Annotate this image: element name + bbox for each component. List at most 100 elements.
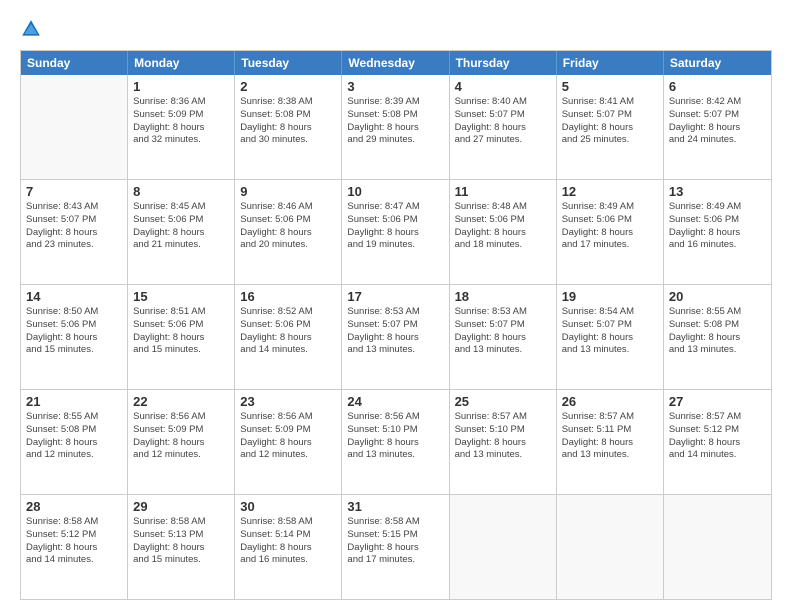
calendar-cell: 4Sunrise: 8:40 AMSunset: 5:07 PMDaylight… <box>450 75 557 179</box>
cell-line: Sunset: 5:06 PM <box>133 319 229 332</box>
cell-line: Sunrise: 8:51 AM <box>133 306 229 319</box>
calendar-cell: 15 Sunrise: 8:51 AMSunset: 5:06 PMDayligh… <box>128 285 235 389</box>
cell-line: Sunrise: 8:58 AM <box>133 516 229 529</box>
cell-line: Sunrise: 8:39 AM <box>347 96 443 109</box>
cell-line: Daylight: 8 hours <box>455 227 551 240</box>
calendar-header-cell: Wednesday <box>342 51 449 75</box>
cell-line: Daylight: 8 hours <box>669 332 766 345</box>
day-number: 11 <box>455 184 551 199</box>
cell-line: Sunset: 5:12 PM <box>26 529 122 542</box>
cell-line: Sunrise: 8:52 AM <box>240 306 336 319</box>
day-number: 22 <box>133 394 229 409</box>
cell-line: Sunrise: 8:58 AM <box>347 516 443 529</box>
cell-line: Sunrise: 8:40 AM <box>455 96 551 109</box>
cell-line: Sunrise: 8:38 AM <box>240 96 336 109</box>
cell-line: Daylight: 8 hours <box>347 122 443 135</box>
calendar-header-cell: Saturday <box>664 51 771 75</box>
cell-line: Sunrise: 8:43 AM <box>26 201 122 214</box>
calendar-week: 28 Sunrise: 8:58 AM Sunset: 5:12 PM Dayligh… <box>21 495 771 599</box>
day-number: 2 <box>240 79 336 94</box>
cell-line: Daylight: 8 hours <box>26 437 122 450</box>
cell-line: Sunrise: 8:49 AM <box>669 201 766 214</box>
cell-line: and 14 minutes. <box>240 344 336 357</box>
cell-line: Daylight: 8 hours <box>240 437 336 450</box>
cell-line: Sunset: 5:06 PM <box>240 319 336 332</box>
day-number: 7 <box>26 184 122 199</box>
calendar-cell: 23Sunrise: 8:56 AMSunset: 5:09 PMDayligh… <box>235 390 342 494</box>
cell-line: and 13 minutes. <box>669 344 766 357</box>
cell-line: Daylight: 8 hours <box>455 332 551 345</box>
cell-line: Sunrise: 8:48 AM <box>455 201 551 214</box>
day-number: 26 <box>562 394 658 409</box>
cell-line: Sunset: 5:06 PM <box>26 319 122 332</box>
cell-line: Sunset: 5:06 PM <box>669 214 766 227</box>
calendar-cell: 13Sunrise: 8:49 AMSunset: 5:06 PMDayligh… <box>664 180 771 284</box>
day-number: 16 <box>240 289 336 304</box>
cell-line: Sunset: 5:07 PM <box>455 319 551 332</box>
cell-line: and 20 minutes. <box>240 239 336 252</box>
cell-line: Sunrise: 8:55 AM <box>26 411 122 424</box>
cell-line: Sunset: 5:06 PM <box>347 214 443 227</box>
cell-line: Sunset: 5:07 PM <box>347 319 443 332</box>
cell-line: and 13 minutes. <box>455 344 551 357</box>
cell-line: Sunset: 5:09 PM <box>133 109 229 122</box>
cell-line: Daylight: 8 hours <box>347 227 443 240</box>
cell-line: Sunrise: 8:57 AM <box>669 411 766 424</box>
calendar-header-cell: Sunday <box>21 51 128 75</box>
cell-line: Sunset: 5:06 PM <box>133 214 229 227</box>
cell-line: and 12 minutes. <box>133 449 229 462</box>
day-number: 9 <box>240 184 336 199</box>
day-number: 19 <box>562 289 658 304</box>
day-number: 18 <box>455 289 551 304</box>
cell-line: Daylight: 8 hours <box>562 122 658 135</box>
calendar-header-cell: Thursday <box>450 51 557 75</box>
cell-line: Sunset: 5:06 PM <box>240 214 336 227</box>
cell-line: Sunset: 5:07 PM <box>562 319 658 332</box>
calendar: SundayMondayTuesdayWednesdayThursdayFrid… <box>20 50 772 600</box>
cell-line: Sunset: 5:09 PM <box>133 424 229 437</box>
cell-line: and 29 minutes. <box>347 134 443 147</box>
day-number: 1 <box>133 79 229 94</box>
cell-line: and 30 minutes. <box>240 134 336 147</box>
cell-line: Daylight: 8 hours <box>669 122 766 135</box>
cell-line: and 13 minutes. <box>455 449 551 462</box>
cell-line: Daylight: 8 hours <box>240 227 336 240</box>
day-number: 4 <box>455 79 551 94</box>
page: SundayMondayTuesdayWednesdayThursdayFrid… <box>0 0 792 612</box>
day-number: 12 <box>562 184 658 199</box>
cell-line: and 18 minutes. <box>455 239 551 252</box>
cell-line: Daylight: 8 hours <box>240 542 336 555</box>
cell-line: Sunrise: 8:58 AM <box>240 516 336 529</box>
cell-line: Daylight: 8 hours <box>669 437 766 450</box>
cell-line: Sunset: 5:08 PM <box>669 319 766 332</box>
cell-line: Sunset: 5:09 PM <box>240 424 336 437</box>
cell-line: Daylight: 8 hours <box>455 437 551 450</box>
cell-line: Daylight: 8 hours <box>133 227 229 240</box>
day-number: 21 <box>26 394 122 409</box>
cell-line: Daylight: 8 hours <box>26 227 122 240</box>
day-number: 5 <box>562 79 658 94</box>
cell-line: and 13 minutes. <box>562 344 658 357</box>
calendar-cell: 16Sunrise: 8:52 AMSunset: 5:06 PMDayligh… <box>235 285 342 389</box>
cell-line: Sunset: 5:06 PM <box>455 214 551 227</box>
cell-line: and 13 minutes. <box>347 344 443 357</box>
calendar-cell: 19Sunrise: 8:54 AMSunset: 5:07 PMDayligh… <box>557 285 664 389</box>
cell-line: Daylight: 8 hours <box>133 332 229 345</box>
cell-line: Daylight: 8 hours <box>347 332 443 345</box>
calendar-cell: 22Sunrise: 8:56 AMSunset: 5:09 PMDayligh… <box>128 390 235 494</box>
cell-line: and 17 minutes. <box>562 239 658 252</box>
calendar-week: 21Sunrise: 8:55 AMSunset: 5:08 PMDayligh… <box>21 390 771 495</box>
cell-line: Sunset: 5:08 PM <box>26 424 122 437</box>
cell-line: Sunrise: 8:53 AM <box>347 306 443 319</box>
cell-line: Sunset: 5:06 PM <box>562 214 658 227</box>
calendar-cell: 27Sunrise: 8:57 AMSunset: 5:12 PMDayligh… <box>664 390 771 494</box>
cell-line: and 23 minutes. <box>26 239 122 252</box>
day-number: 28 <box>26 499 122 514</box>
day-number: 15 <box>133 289 229 304</box>
cell-line: Sunrise: 8:36 AM <box>133 96 229 109</box>
cell-line: Sunset: 5:10 PM <box>455 424 551 437</box>
cell-line: Sunrise: 8:49 AM <box>562 201 658 214</box>
cell-line: Sunrise: 8:46 AM <box>240 201 336 214</box>
cell-line: and 15 minutes. <box>133 344 229 357</box>
cell-line: and 12 minutes. <box>26 449 122 462</box>
